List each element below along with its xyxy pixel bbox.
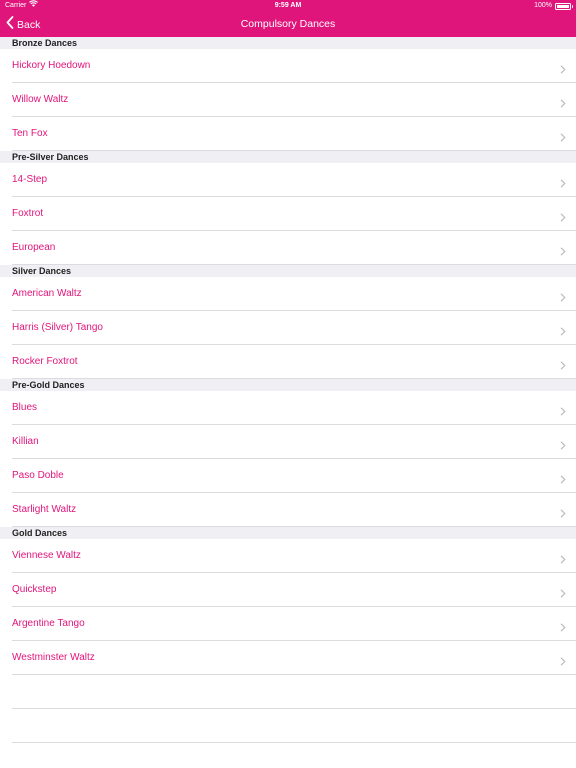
list-item[interactable]: European <box>0 231 576 265</box>
list-item[interactable]: Westminster Waltz <box>0 641 576 675</box>
chevron-right-icon <box>560 323 566 341</box>
chevron-right-icon <box>560 243 566 261</box>
list-item-label: Starlight Waltz <box>12 504 77 515</box>
row-divider <box>12 526 576 527</box>
dance-list: Bronze Dances Hickory Hoedown Willow Waltz… <box>0 37 576 743</box>
battery-percent: 100% <box>534 2 552 9</box>
chevron-right-icon <box>560 129 566 147</box>
list-item[interactable]: Harris (Silver) Tango <box>0 311 576 345</box>
empty-row <box>0 675 576 709</box>
list-item-label: Blues <box>12 402 38 413</box>
status-bar: Carrier 9:59 AM 100% <box>0 0 576 12</box>
chevron-right-icon <box>560 505 566 523</box>
page-title: Compulsory Dances <box>240 18 336 30</box>
list-item-label: Killian <box>12 436 39 447</box>
row-divider <box>12 378 576 379</box>
chevron-right-icon <box>560 551 566 569</box>
list-item-label: Rocker Foxtrot <box>12 356 78 367</box>
empty-row <box>0 709 576 743</box>
row-divider <box>12 150 576 151</box>
list-item[interactable]: Hickory Hoedown <box>0 49 576 83</box>
list-item[interactable]: Killian <box>0 425 576 459</box>
list-item[interactable]: Argentine Tango <box>0 607 576 641</box>
chevron-right-icon <box>560 437 566 455</box>
list-item-label: Quickstep <box>12 584 57 595</box>
list-item-label: American Waltz <box>12 288 82 299</box>
status-time: 9:59 AM <box>274 2 302 9</box>
list-item[interactable]: Paso Doble <box>0 459 576 493</box>
chevron-right-icon <box>560 61 566 79</box>
chevron-right-icon <box>560 357 566 375</box>
list-item[interactable]: Starlight Waltz <box>0 493 576 527</box>
chevron-right-icon <box>560 209 566 227</box>
chevron-right-icon <box>560 653 566 671</box>
chevron-right-icon <box>560 175 566 193</box>
list-item-label: Westminster Waltz <box>12 652 95 663</box>
list-item-label: Argentine Tango <box>12 618 85 629</box>
section-header: Pre-Gold Dances <box>0 379 576 391</box>
chevron-right-icon <box>560 403 566 421</box>
chevron-right-icon <box>560 619 566 637</box>
navigation-bar: Back Compulsory Dances <box>0 12 576 37</box>
list-item-label: Harris (Silver) Tango <box>12 322 103 333</box>
list-item[interactable]: Ten Fox <box>0 117 576 151</box>
status-right: 100% <box>534 0 573 12</box>
list-item-label: Ten Fox <box>12 128 48 139</box>
row-divider <box>12 264 576 265</box>
chevron-right-icon <box>560 289 566 307</box>
list-item-label: Viennese Waltz <box>12 550 81 561</box>
list-item-label: Paso Doble <box>12 470 64 481</box>
list-item[interactable]: Rocker Foxtrot <box>0 345 576 379</box>
list-item[interactable]: Foxtrot <box>0 197 576 231</box>
list-item[interactable]: American Waltz <box>0 277 576 311</box>
section-header: Bronze Dances <box>0 37 576 49</box>
list-item-label: Willow Waltz <box>12 94 69 105</box>
list-item-label: European <box>12 242 56 253</box>
section-header: Pre-Silver Dances <box>0 151 576 163</box>
section-header: Silver Dances <box>0 265 576 277</box>
chevron-right-icon <box>560 471 566 489</box>
list-item[interactable]: Viennese Waltz <box>0 539 576 573</box>
list-item[interactable]: Quickstep <box>0 573 576 607</box>
list-item-label: Hickory Hoedown <box>12 60 91 71</box>
list-item-label: 14-Step <box>12 174 48 185</box>
section-header: Gold Dances <box>0 527 576 539</box>
list-item[interactable]: Willow Waltz <box>0 83 576 117</box>
list-item[interactable]: 14-Step <box>0 163 576 197</box>
chevron-right-icon <box>560 95 566 113</box>
list-item[interactable]: Blues <box>0 391 576 425</box>
battery-icon <box>555 2 573 10</box>
list-item-label: Foxtrot <box>12 208 44 219</box>
row-divider <box>12 742 576 743</box>
chevron-right-icon <box>560 585 566 603</box>
